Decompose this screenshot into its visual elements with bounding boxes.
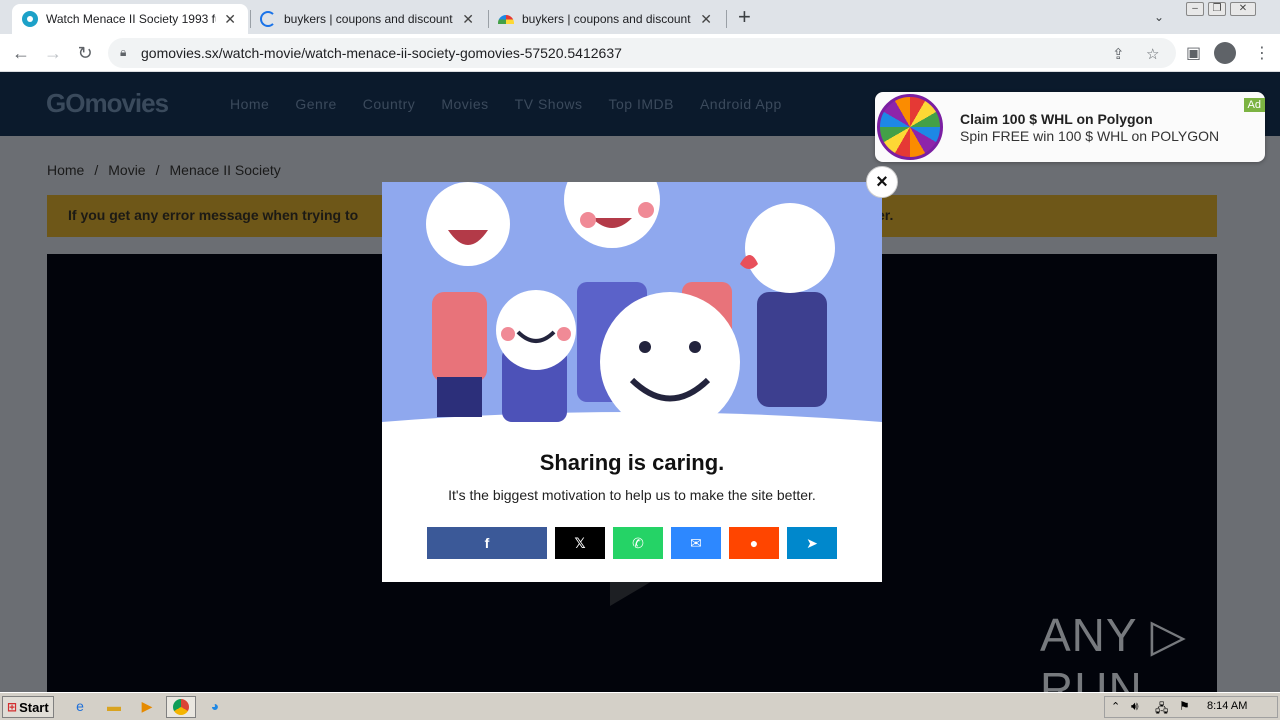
share-buttons: f 𝕏 ✆ ✉ ● ➤: [427, 527, 837, 559]
chrome-icon: [173, 699, 189, 715]
main-nav: Home Genre Country Movies TV Shows Top I…: [230, 96, 782, 112]
share-reddit-button[interactable]: ●: [729, 527, 779, 559]
telegram-icon: ➤: [806, 534, 818, 551]
nav-genre[interactable]: Genre: [295, 96, 336, 112]
breadcrumb-sep: /: [155, 162, 160, 178]
browser-toolbar: ← → ↻ 🔒︎ gomovies.sx/watch-movie/watch-m…: [0, 34, 1280, 72]
modal-close-button[interactable]: ×: [866, 166, 898, 198]
tab-close-icon[interactable]: ✕: [698, 11, 714, 28]
edge-icon[interactable]: ◕: [205, 698, 225, 716]
prize-wheel-icon: [877, 94, 943, 160]
notice-text-left: If you get any error message when trying…: [68, 207, 359, 223]
nav-android-app[interactable]: Android App: [700, 96, 782, 112]
modal-subtitle: It's the biggest motivation to help us t…: [448, 487, 816, 503]
chrome-taskbar-button[interactable]: [166, 696, 196, 718]
share-whatsapp-button[interactable]: ✆: [613, 527, 663, 559]
bookmark-star-icon[interactable]: ☆: [1146, 45, 1159, 63]
address-bar[interactable]: 🔒︎ gomovies.sx/watch-movie/watch-menace-…: [108, 38, 1176, 68]
site-logo[interactable]: GOmovies: [46, 88, 169, 119]
share-messenger-button[interactable]: ✉: [671, 527, 721, 559]
reload-icon[interactable]: ↻: [74, 42, 96, 64]
tab-close-icon[interactable]: ✕: [222, 11, 238, 28]
tab-close-icon[interactable]: ✕: [460, 11, 476, 28]
share-telegram-button[interactable]: ➤: [787, 527, 837, 559]
anyrun-watermark: ANY ▷ RUN: [1040, 609, 1187, 692]
tab-bar: Watch Menace II Society 1993 full m ✕ bu…: [0, 0, 1280, 34]
happy-people-illustration: [382, 182, 882, 427]
loading-icon: [260, 11, 276, 27]
volume-icon[interactable]: 🔊︎: [1131, 699, 1139, 714]
minimize-icon[interactable]: –: [1186, 2, 1204, 16]
breadcrumb: Home / Movie / Menace II Society: [47, 162, 281, 178]
tab-label: Watch Menace II Society 1993 full m: [46, 12, 216, 26]
share-facebook-button[interactable]: f: [427, 527, 547, 559]
share-x-button[interactable]: 𝕏: [555, 527, 605, 559]
start-label: Start: [19, 699, 49, 715]
windows-logo-icon: ⊞: [7, 700, 18, 714]
reddit-icon: ●: [749, 535, 759, 551]
tab-divider: [726, 10, 727, 28]
ad-description[interactable]: Spin FREE win 100 $ WHL on POLYGON: [960, 128, 1219, 144]
ie-icon[interactable]: e: [70, 698, 90, 716]
tab-buykers-2[interactable]: buykers | coupons and discount code ✕: [488, 4, 724, 34]
lock-icon[interactable]: 🔒︎: [120, 45, 126, 60]
share-icon[interactable]: ⇪: [1112, 45, 1125, 63]
ad-notification[interactable]: Claim 100 $ WHL on Polygon Spin FREE win…: [875, 92, 1265, 162]
tab-search-icon[interactable]: ⌄: [1154, 10, 1164, 24]
breadcrumb-sep: /: [94, 162, 99, 178]
rainbow-favicon-icon: [498, 14, 514, 24]
network-icon[interactable]: 🖧︎: [1155, 699, 1168, 720]
side-panel-icon[interactable]: ▣: [1186, 43, 1201, 63]
facebook-icon: f: [484, 535, 490, 551]
forward-icon[interactable]: →: [42, 42, 64, 64]
folder-icon[interactable]: ▬: [104, 698, 124, 716]
windows-taskbar: ⊞ Start e ▬ ▶ ◕ ⌃ 🔊︎ 🖧︎ ⚑ 8:14 AM: [0, 692, 1280, 720]
breadcrumb-current: Menace II Society: [169, 162, 281, 178]
ad-title[interactable]: Claim 100 $ WHL on Polygon: [960, 111, 1153, 127]
messenger-icon: ✉: [690, 534, 702, 551]
gomovies-favicon-icon: [22, 11, 38, 27]
start-button[interactable]: ⊞ Start: [2, 696, 54, 718]
system-tray: ⌃ 🔊︎ 🖧︎ ⚑: [1104, 696, 1278, 718]
nav-country[interactable]: Country: [363, 96, 416, 112]
breadcrumb-home[interactable]: Home: [47, 162, 84, 178]
tab-gomovies[interactable]: Watch Menace II Society 1993 full m ✕: [12, 4, 248, 34]
new-tab-button[interactable]: +: [738, 6, 751, 28]
nav-top-imdb[interactable]: Top IMDB: [608, 96, 673, 112]
back-icon[interactable]: ←: [10, 42, 32, 64]
flag-icon[interactable]: ⚑: [1179, 699, 1190, 713]
tray-expand-icon[interactable]: ⌃: [1111, 700, 1120, 713]
modal-title: Sharing is caring.: [539, 450, 725, 475]
ad-badge: Ad: [1243, 98, 1265, 112]
breadcrumb-movie[interactable]: Movie: [108, 162, 145, 178]
menu-kebab-icon[interactable]: ⋮: [1254, 43, 1270, 63]
nav-movies[interactable]: Movies: [441, 96, 488, 112]
media-player-icon[interactable]: ▶: [137, 698, 157, 716]
tab-label: buykers | coupons and discount code: [284, 12, 454, 26]
tab-label: buykers | coupons and discount code: [522, 12, 692, 26]
close-window-icon[interactable]: ✕: [1230, 2, 1256, 16]
restore-icon[interactable]: ❐: [1208, 2, 1226, 16]
nav-tv-shows[interactable]: TV Shows: [515, 96, 583, 112]
tab-buykers-1[interactable]: buykers | coupons and discount code ✕: [250, 4, 486, 34]
taskbar-clock[interactable]: 8:14 AM: [1207, 700, 1247, 712]
share-modal: Sharing is caring. It's the biggest moti…: [382, 182, 882, 582]
whatsapp-icon: ✆: [632, 534, 644, 551]
window-controls: – ❐ ✕: [1186, 2, 1256, 16]
url-text[interactable]: gomovies.sx/watch-movie/watch-menace-ii-…: [141, 45, 622, 61]
profile-avatar-icon[interactable]: [1214, 42, 1236, 64]
x-icon: 𝕏: [574, 534, 586, 551]
nav-home[interactable]: Home: [230, 96, 269, 112]
